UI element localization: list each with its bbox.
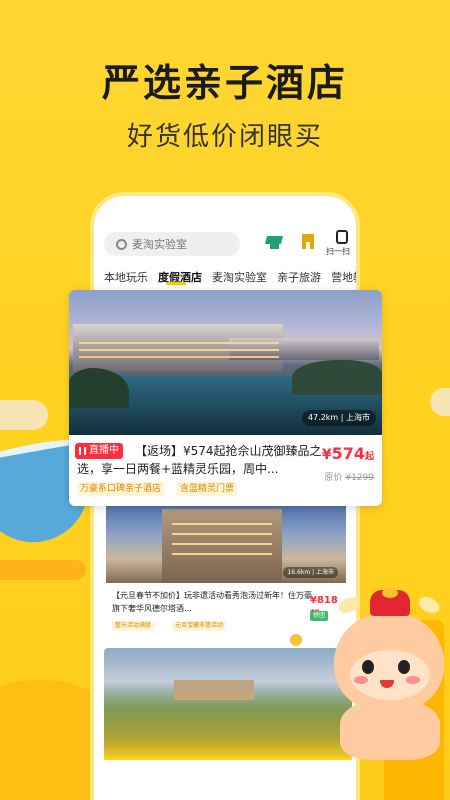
ox-hat-ornament <box>382 588 398 598</box>
original-price-label: 原价 <box>324 473 343 483</box>
tab-camp[interactable]: 营地教 <box>331 269 356 285</box>
cloud-decoration-left <box>0 400 48 430</box>
original-price-value: ¥1299 <box>345 473 374 483</box>
tab-family-travel[interactable]: 亲子旅游 <box>277 269 321 285</box>
coin-icon <box>290 634 302 646</box>
hotel-lights <box>79 342 279 344</box>
scan-icon[interactable] <box>336 230 348 244</box>
category-tabs: 本地玩乐度假酒店麦淘实验室亲子旅游营地教 <box>104 266 356 286</box>
ox-eye <box>398 660 410 674</box>
tab-maitao-lab[interactable]: 麦淘实验室 <box>212 269 267 285</box>
tag-secondary: 整乐活动满级 <box>112 621 155 631</box>
ox-cheek <box>406 676 420 684</box>
cloud-decoration-bottom <box>0 560 86 580</box>
search-placeholder: 麦淘实验室 <box>132 238 187 251</box>
ox-cheek <box>354 676 368 684</box>
tab-local-play[interactable]: 本地玩乐 <box>104 269 148 285</box>
search-row: 麦淘实验室 扫一扫 <box>104 230 350 258</box>
promo-headline: 严选亲子酒店 <box>101 61 348 105</box>
promo-subline: 好货低价闭眼买 <box>126 122 323 152</box>
hotel-photo-secondary: 16.6km | 上海市 <box>106 503 346 583</box>
live-badge-label: 直播中 <box>89 445 119 456</box>
price-suffix: 起 <box>364 452 374 462</box>
price-value: 574 <box>331 444 365 463</box>
ox-face <box>350 650 430 700</box>
tag-marriott: 万豪系口碑亲子酒店 <box>77 482 165 496</box>
live-icon <box>79 447 86 455</box>
ox-horn-right <box>416 594 442 616</box>
distance-badge: 47.2km | 上海市 <box>301 410 376 426</box>
search-icon <box>116 238 127 250</box>
trees-right <box>292 360 382 395</box>
search-input[interactable]: 麦淘实验室 <box>104 232 240 256</box>
live-badge: 直播中 <box>75 443 123 459</box>
trees-left <box>69 368 129 408</box>
tag-secondary: 元旦宝藏非遗活动 <box>172 621 227 631</box>
hotel-card-featured[interactable]: 47.2km | 上海市 【返场】¥574起抢佘山茂御臻品之选，享一日两餐+蓝精… <box>69 290 382 506</box>
ox-eye <box>362 660 374 674</box>
cloud-decoration-right <box>430 388 450 416</box>
group-badge: 拼团 <box>310 611 329 621</box>
castle-lights <box>172 523 272 525</box>
original-price: 原价 ¥1299 <box>324 470 374 483</box>
price: ¥574起 <box>322 444 374 463</box>
hotel-card-secondary[interactable]: 16.6km | 上海市 【元旦春节不加价】玩非遗活动看秀泡汤过新年！住万豪旗下… <box>106 503 346 643</box>
graduation-cap-base <box>270 243 279 249</box>
hotel-title-secondary: 【元旦春节不加价】玩非遗活动看秀泡汤过新年！住万豪旗下奢华风德尔塔酒... <box>112 591 312 613</box>
active-tab-indicator <box>166 282 186 285</box>
tag-smurf-ticket: 含蓝精灵门票 <box>177 482 238 496</box>
hotel-photo-featured: 47.2km | 上海市 <box>69 290 382 435</box>
scan-label: 扫一扫 <box>326 247 350 256</box>
promo-screen: 严选亲子酒店 好货低价闭眼买 麦淘实验室 扫一扫 本地玩乐 度假酒店 麦淘实验室 亲子… <box>0 0 450 800</box>
castle-building <box>162 509 282 583</box>
price-currency: ¥ <box>321 447 332 463</box>
fade-overlay <box>104 690 352 760</box>
building-door <box>306 242 310 249</box>
distance-badge-secondary: 16.6km | 上海市 <box>283 567 338 578</box>
